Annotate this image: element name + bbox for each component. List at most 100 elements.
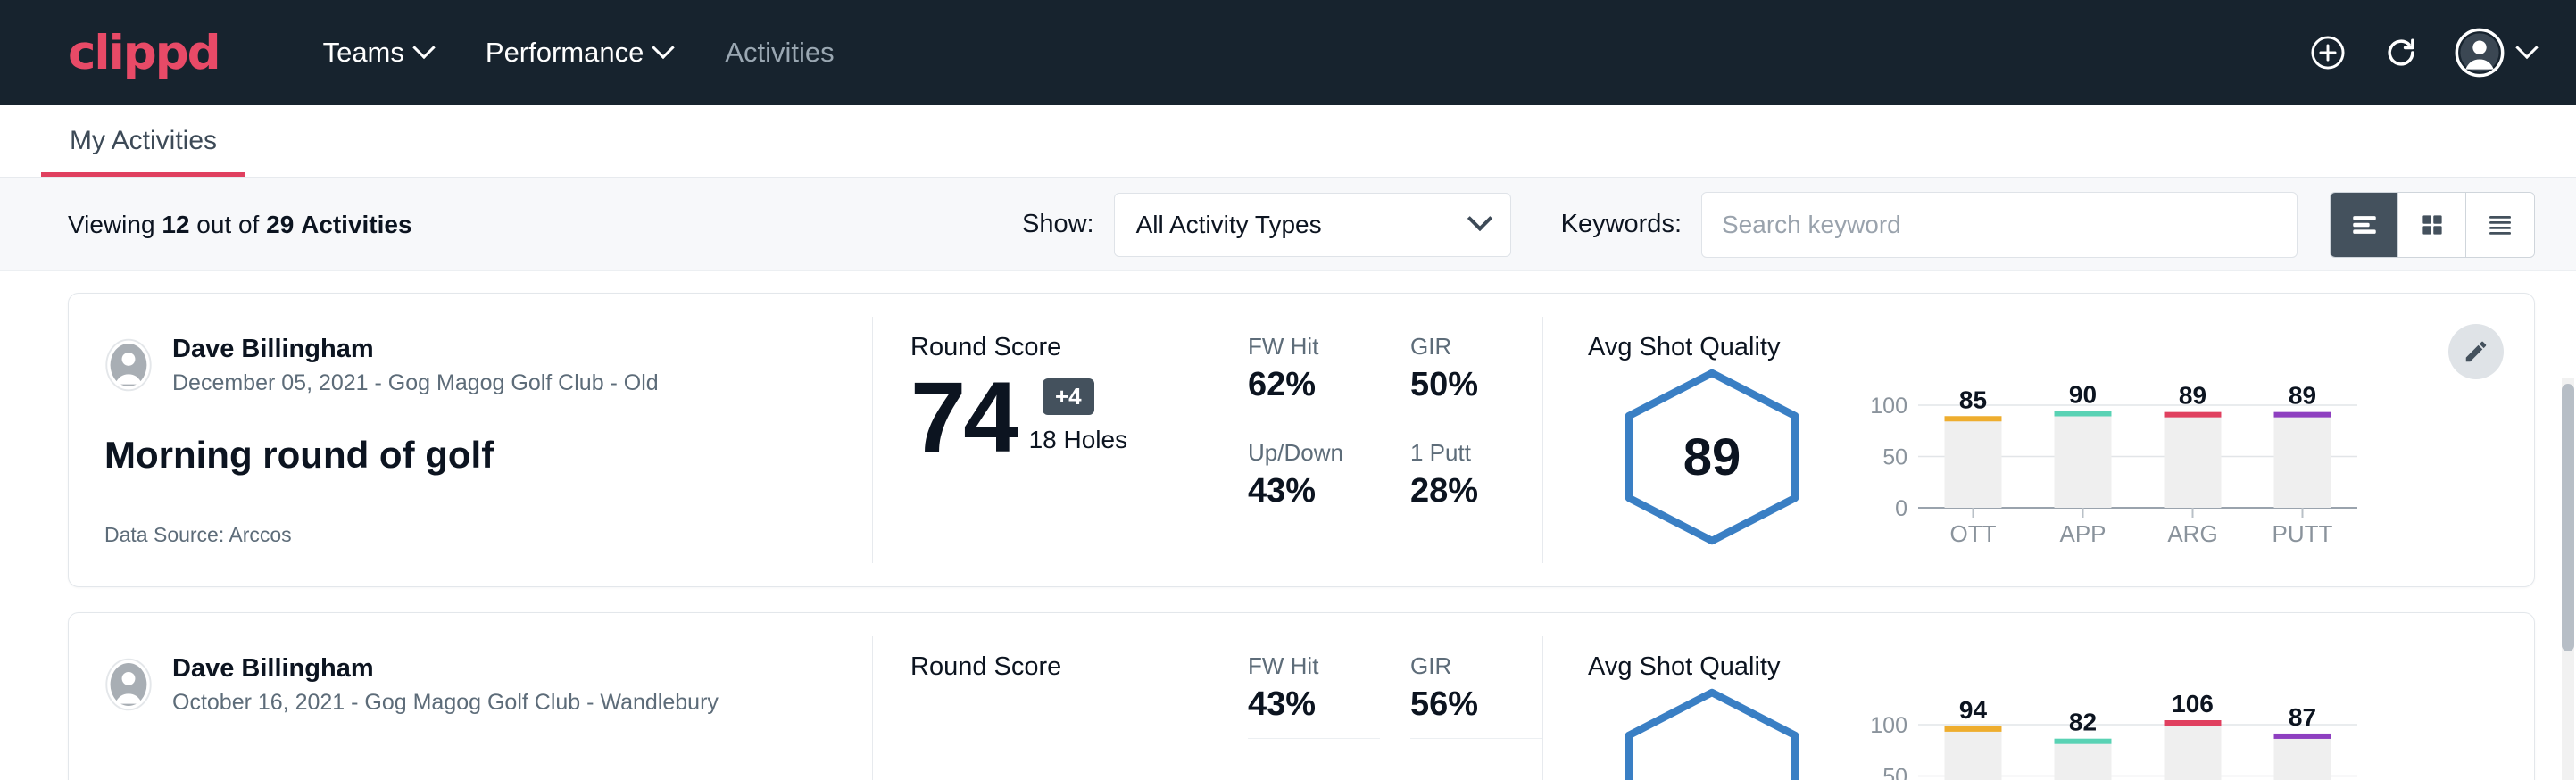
chevron-down-icon [652, 37, 675, 59]
stat-gir-label: GIR [1410, 333, 1542, 361]
nav-item-performance[interactable]: Performance [459, 24, 698, 81]
svg-text:89: 89 [2289, 382, 2316, 410]
svg-text:100: 100 [1870, 713, 1907, 738]
primary-nav: Teams Performance Activities [296, 24, 861, 81]
player-name: Dave Billingham [172, 652, 719, 685]
nav-item-teams-label: Teams [323, 37, 404, 69]
viewing-total: 29 [266, 211, 294, 238]
stat-up-down-label: Up/Down [1248, 439, 1380, 467]
filter-controls: Show: All Activity Types Keywords: [1022, 192, 2535, 258]
viewing-count: 12 [162, 211, 189, 238]
shot-quality-hexagon [1618, 687, 1806, 780]
chevron-down-icon [412, 37, 435, 59]
grid-view-icon[interactable] [2398, 193, 2466, 257]
activity-date-course: October 16, 2021 - Gog Magog Golf Club -… [172, 690, 719, 716]
clippd-logo[interactable]: clippd [68, 29, 220, 77]
activity-card[interactable]: Dave Billingham December 05, 2021 - Gog … [68, 293, 2535, 587]
svg-text:106: 106 [2172, 694, 2214, 718]
shot-quality-value: 89 [1618, 368, 1806, 546]
stat-one-putt-label: 1 Putt [1410, 439, 1542, 467]
stat-fw-hit-value: 43% [1248, 685, 1380, 724]
shot-quality-bar-chart: 05010094OTT82APP106ARG87PUTT [1863, 687, 2363, 780]
svg-text:94: 94 [1959, 696, 1988, 724]
stat-one-putt: 1 Putt 28% [1410, 439, 1542, 525]
activity-type-select-value: All Activity Types [1136, 211, 1322, 239]
svg-text:100: 100 [1870, 394, 1907, 419]
top-navbar: clippd Teams Performance Activities [0, 0, 2576, 105]
stat-fw-hit-value: 62% [1248, 366, 1380, 404]
avatar [104, 658, 153, 711]
svg-text:89: 89 [2179, 382, 2206, 410]
navbar-actions [2308, 28, 2535, 78]
player-name: Dave Billingham [172, 333, 659, 365]
tab-bar: My Activities [0, 105, 2576, 178]
svg-text:50: 50 [1882, 445, 1907, 470]
nav-item-teams[interactable]: Teams [296, 24, 459, 81]
svg-text:50: 50 [1882, 765, 1907, 780]
round-score-section: Round Score [873, 613, 1248, 780]
activity-type-select[interactable]: All Activity Types [1114, 193, 1511, 257]
shot-quality-bar-chart: 0 50 100 85 OTT 90 APP 89 ARG 89 PUTT [1863, 368, 2363, 553]
stat-up-down-value: 43% [1248, 472, 1380, 510]
data-source-label: Data Source: Arccos [104, 523, 292, 547]
tab-my-activities[interactable]: My Activities [41, 126, 245, 177]
svg-text:82: 82 [2069, 709, 2097, 736]
round-score-label: Round Score [910, 333, 1248, 362]
page-scrollbar-thumb[interactable] [2562, 384, 2574, 651]
viewing-suffix: Activities [301, 211, 412, 238]
round-stats-section: FW Hit 43% GIR 56% [1248, 613, 1542, 780]
shot-quality-hexagon: 89 [1618, 368, 1806, 546]
stat-one-putt-value: 28% [1410, 472, 1542, 510]
refresh-icon[interactable] [2381, 33, 2421, 72]
avatar [2455, 28, 2505, 78]
nav-item-activities-label: Activities [725, 37, 834, 69]
svg-text:0: 0 [1895, 496, 1907, 521]
stat-up-down: Up/Down 43% [1248, 439, 1380, 525]
add-icon[interactable] [2308, 33, 2347, 72]
shot-quality-value [1618, 687, 1806, 780]
round-score-value: 74 [910, 371, 1017, 463]
nav-item-performance-label: Performance [486, 37, 644, 69]
activity-meta: Dave Billingham October 16, 2021 - Gog M… [69, 613, 872, 780]
viewing-prefix: Viewing [68, 211, 155, 238]
account-menu[interactable] [2455, 28, 2535, 78]
list-view-icon[interactable] [2331, 193, 2398, 257]
tab-my-activities-label: My Activities [70, 126, 217, 155]
player-row: Dave Billingham October 16, 2021 - Gog M… [104, 652, 872, 716]
edit-activity-button[interactable] [2448, 324, 2504, 379]
svg-text:85: 85 [1959, 386, 1987, 413]
avatar [104, 338, 153, 392]
round-score-section: Round Score 74 +4 18 Holes [873, 294, 1248, 586]
activity-list: Dave Billingham December 05, 2021 - Gog … [0, 271, 2576, 780]
show-label: Show: [1022, 210, 1094, 239]
activity-meta: Dave Billingham December 05, 2021 - Gog … [69, 294, 872, 586]
search-input[interactable] [1701, 192, 2298, 258]
activity-date-course: December 05, 2021 - Gog Magog Golf Club … [172, 370, 659, 396]
avg-shot-quality-label: Avg Shot Quality [1588, 333, 2534, 362]
chevron-down-icon [2515, 37, 2538, 59]
svg-text:APP: APP [2059, 520, 2106, 547]
stat-gir-label: GIR [1410, 652, 1542, 680]
view-toggle-group [2330, 192, 2535, 258]
holes-label: 18 Holes [1029, 426, 1128, 463]
stat-gir: GIR 50% [1410, 333, 1542, 419]
stat-fw-hit: FW Hit 43% [1248, 652, 1380, 739]
viewing-summary: Viewing 12 out of 29 Activities [68, 211, 412, 239]
compact-view-icon[interactable] [2466, 193, 2534, 257]
filter-bar: Viewing 12 out of 29 Activities Show: Al… [0, 178, 2576, 271]
round-score-label: Round Score [910, 652, 1248, 682]
stat-gir-value: 50% [1410, 366, 1542, 404]
svg-text:PUTT: PUTT [2273, 520, 2333, 547]
stat-fw-hit: FW Hit 62% [1248, 333, 1380, 419]
avg-shot-quality-section: Avg Shot Quality 89 0 50 100 85 OTT 90 APP 89 AR… [1543, 294, 2534, 586]
stat-fw-hit-label: FW Hit [1248, 333, 1380, 361]
svg-text:OTT: OTT [1950, 520, 1997, 547]
avg-shot-quality-label: Avg Shot Quality [1588, 652, 2534, 682]
viewing-middle: out of [196, 211, 259, 238]
svg-text:90: 90 [2069, 381, 2097, 409]
nav-item-activities[interactable]: Activities [698, 24, 860, 81]
svg-text:ARG: ARG [2167, 520, 2217, 547]
player-row: Dave Billingham December 05, 2021 - Gog … [104, 333, 872, 396]
stat-gir: GIR 56% [1410, 652, 1542, 739]
activity-card[interactable]: Dave Billingham October 16, 2021 - Gog M… [68, 612, 2535, 780]
